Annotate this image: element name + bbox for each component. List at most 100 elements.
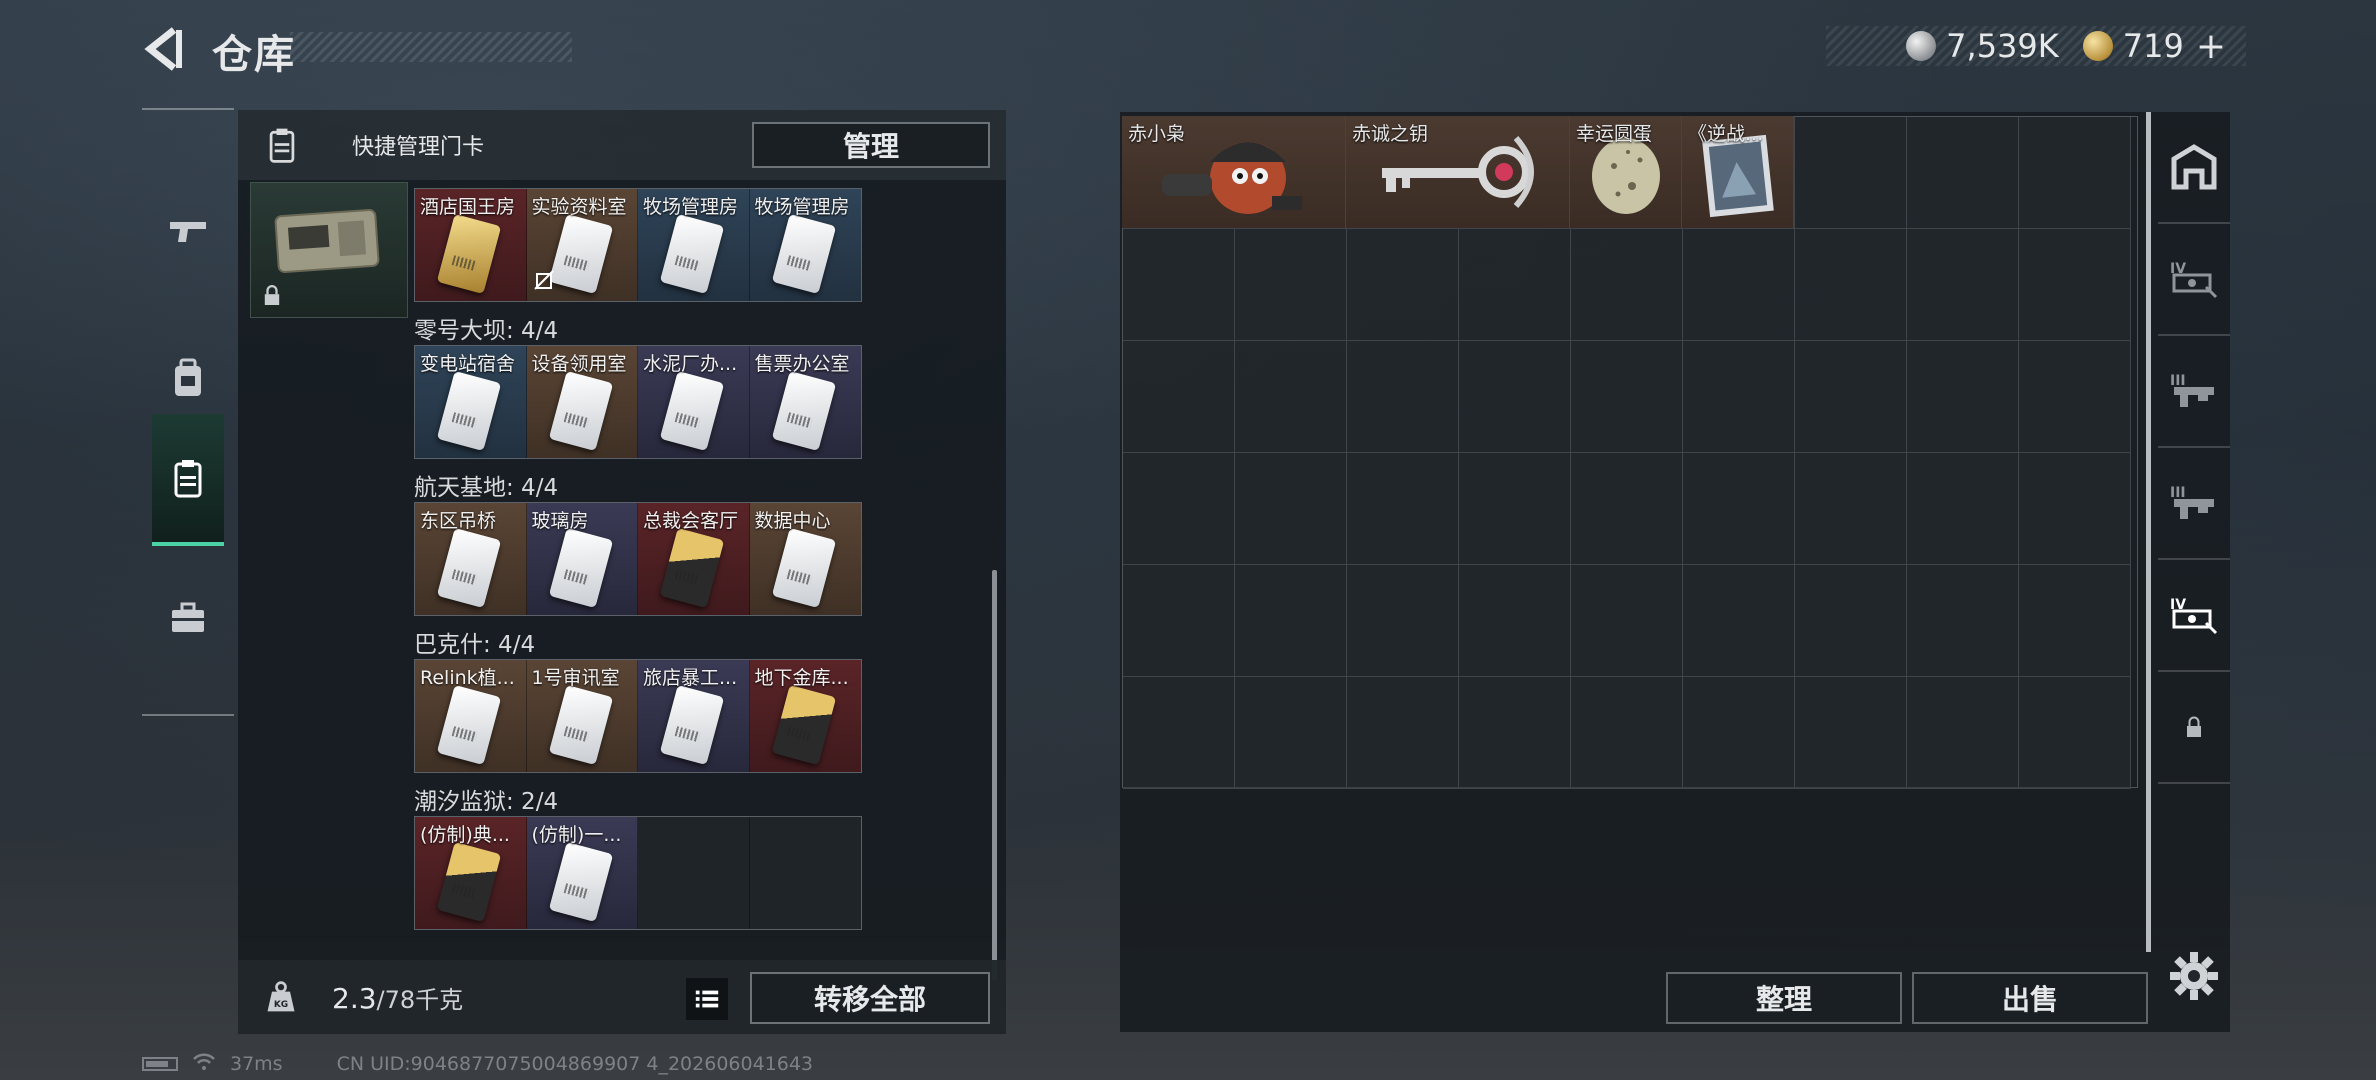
sell-button[interactable]: 出售	[1912, 972, 2148, 1024]
transfer-all-button[interactable]: 转移全部	[750, 972, 990, 1024]
silver-coin-icon	[1906, 31, 1937, 61]
keycard-holder-icon[interactable]	[152, 414, 224, 546]
storage-cell[interactable]	[1235, 229, 1347, 341]
storage-cell[interactable]	[1907, 229, 2019, 341]
storage-cell[interactable]	[1123, 677, 1235, 789]
storage-cell[interactable]	[1347, 453, 1459, 565]
storage-cell[interactable]	[1347, 229, 1459, 341]
back-arrow-icon[interactable]	[140, 24, 190, 74]
silver-currency[interactable]: 7,539K	[1906, 27, 2059, 65]
storage-cell[interactable]	[1795, 117, 1907, 229]
storage-cell[interactable]	[1795, 453, 1907, 565]
storage-cell[interactable]	[1571, 677, 1683, 789]
storage-item-name: 《逆战...	[1688, 123, 1764, 145]
storage-cell[interactable]	[1683, 453, 1795, 565]
storage-cell[interactable]	[1795, 565, 1907, 677]
storage-cell[interactable]	[1459, 677, 1571, 789]
keycard-item[interactable]: 数据中心	[749, 503, 861, 615]
storage-cell[interactable]	[1235, 677, 1347, 789]
empty-keycard-slot[interactable]	[638, 817, 750, 929]
keycard-item[interactable]: 总裁会客厅	[638, 503, 750, 615]
list-view-icon[interactable]	[686, 978, 728, 1020]
storage-cell[interactable]	[2019, 453, 2131, 565]
storage-cell[interactable]	[1571, 565, 1683, 677]
storage-cell[interactable]	[1571, 341, 1683, 453]
svg-text:KG: KG	[274, 1000, 288, 1010]
keycard-item[interactable]: 牧场管理房	[638, 189, 750, 301]
keycard-item[interactable]: 玻璃房	[526, 503, 638, 615]
keycard-item[interactable]: 水泥厂办...	[638, 346, 750, 458]
keycard-list[interactable]: 酒店国王房 实验资料室 牧场管理房 牧场管理房 零号大坝: 4/4 变电站宿舍 设备领用室水…	[414, 182, 994, 962]
storage-cell[interactable]	[1459, 565, 1571, 677]
storage-cell[interactable]	[2019, 341, 2131, 453]
lock-icon[interactable]	[2158, 672, 2230, 784]
keycard-item[interactable]: 酒店国王房	[415, 189, 527, 301]
keycard-list-scrollbar[interactable]	[992, 570, 997, 980]
keycard-item[interactable]: 设备领用室	[526, 346, 638, 458]
storage-cell[interactable]	[1235, 565, 1347, 677]
storage-cell[interactable]	[1459, 341, 1571, 453]
keycard-item[interactable]: (仿制)典...	[415, 817, 527, 929]
add-currency-button[interactable]: +	[2196, 26, 2226, 67]
keycard-item[interactable]: 变电站宿舍	[415, 346, 527, 458]
keycard-item[interactable]: (仿制)一...	[526, 817, 638, 929]
storage-cell[interactable]	[1907, 117, 2019, 229]
storage-cell[interactable]	[1123, 565, 1235, 677]
storage-cell[interactable]	[1347, 565, 1459, 677]
keycard-name: 地下金库...	[754, 667, 849, 689]
keycard-holder-slot[interactable]	[250, 182, 408, 318]
storage-cell[interactable]	[1683, 229, 1795, 341]
storage-item[interactable]: 《逆战...	[1682, 116, 1794, 228]
keycard-item[interactable]: 牧场管理房	[749, 189, 861, 301]
sort-button[interactable]: 整理	[1666, 972, 1902, 1024]
tier-iii-rifle-icon[interactable]: III	[2158, 336, 2230, 448]
gold-currency[interactable]: 719 +	[2082, 26, 2226, 67]
storage-cell[interactable]	[1123, 453, 1235, 565]
keycard-item[interactable]: 地下金库...	[749, 660, 861, 772]
storage-cell[interactable]	[1907, 453, 2019, 565]
storage-cell[interactable]	[1795, 341, 1907, 453]
manage-button[interactable]: 管理	[752, 122, 990, 168]
storage-cell[interactable]	[1907, 565, 2019, 677]
storage-cell[interactable]	[2019, 677, 2131, 789]
storage-cell[interactable]	[2019, 565, 2131, 677]
storage-cell[interactable]	[1123, 229, 1235, 341]
storage-item[interactable]: 幸运圆蛋	[1570, 116, 1682, 228]
storage-cell[interactable]	[1235, 453, 1347, 565]
keycard-item[interactable]: 1号审讯室	[526, 660, 638, 772]
empty-keycard-slot[interactable]	[750, 817, 862, 929]
storage-item[interactable]: 赤诚之钥	[1346, 116, 1570, 228]
keycard-item[interactable]: Relink植...	[415, 660, 527, 772]
gear-icon[interactable]	[2168, 950, 2220, 1002]
storage-box-icon[interactable]	[2158, 112, 2230, 224]
briefcase-icon[interactable]	[152, 552, 224, 684]
storage-cell[interactable]	[1683, 341, 1795, 453]
storage-cell[interactable]	[1347, 677, 1459, 789]
storage-cell[interactable]	[1907, 341, 2019, 453]
storage-scrollbar[interactable]	[2146, 112, 2151, 952]
keycard-item[interactable]: 实验资料室	[526, 189, 638, 301]
storage-cell[interactable]	[1571, 453, 1683, 565]
storage-cell[interactable]	[1235, 341, 1347, 453]
storage-cell[interactable]	[1683, 565, 1795, 677]
storage-cell[interactable]	[1907, 677, 2019, 789]
storage-cell[interactable]	[1459, 453, 1571, 565]
storage-cell[interactable]	[1347, 341, 1459, 453]
tier-iv-gun-icon[interactable]: IV	[2158, 560, 2230, 672]
keycard-item[interactable]: 旅店暴工...	[638, 660, 750, 772]
keycard-item[interactable]: 东区吊桥	[415, 503, 527, 615]
storage-cell[interactable]	[1571, 229, 1683, 341]
storage-cell[interactable]	[1683, 677, 1795, 789]
storage-cell[interactable]	[1459, 229, 1571, 341]
keycard-item[interactable]: 售票办公室	[749, 346, 861, 458]
storage-cell[interactable]	[1795, 677, 1907, 789]
tier-iv-gun-icon[interactable]: IV	[2158, 224, 2230, 336]
storage-cell[interactable]	[2019, 117, 2131, 229]
storage-item[interactable]: 赤小枭	[1122, 116, 1346, 228]
storage-cell[interactable]	[1795, 229, 1907, 341]
storage-cell[interactable]	[2019, 229, 2131, 341]
gun-icon[interactable]	[152, 166, 224, 298]
tier-iii-rifle-icon[interactable]: III	[2158, 448, 2230, 560]
keycard-name: 东区吊桥	[420, 510, 497, 532]
storage-cell[interactable]	[1123, 341, 1235, 453]
